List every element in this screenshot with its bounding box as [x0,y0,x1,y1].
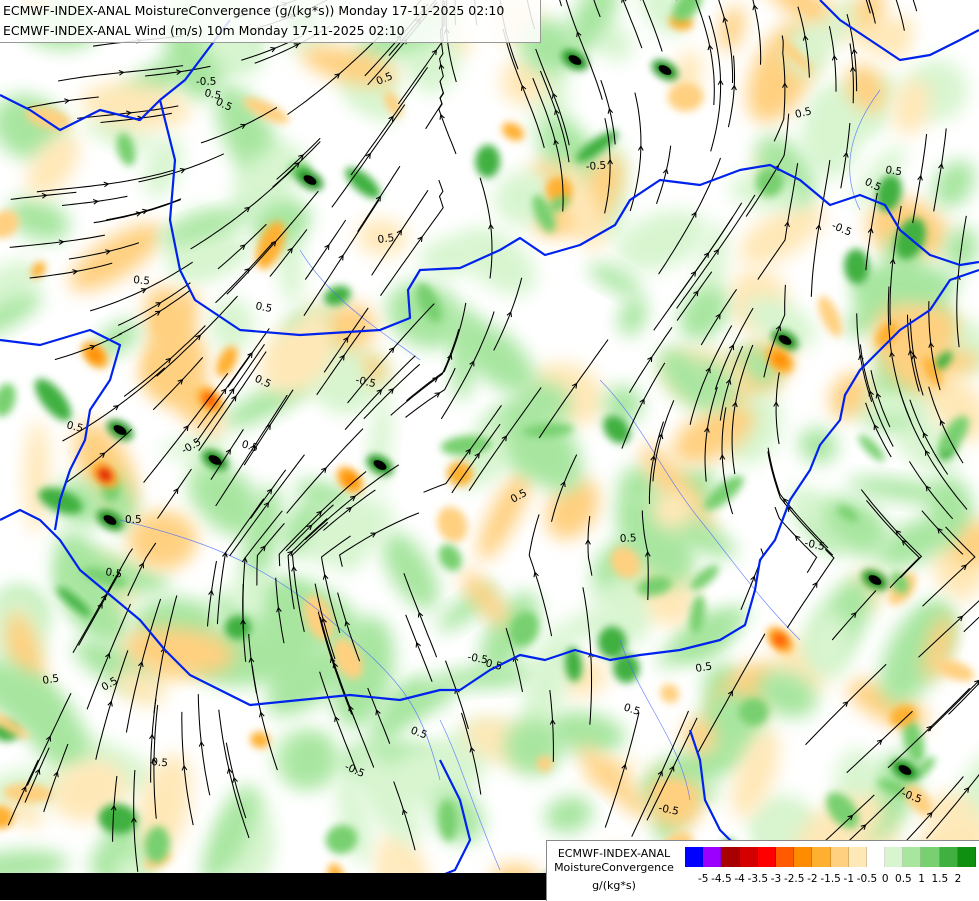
legend-tick: -3.5 [748,873,769,885]
legend-swatch [867,847,885,867]
color-legend: ECMWF-INDEX-ANAL MoistureConvergence g/(… [546,840,979,901]
legend-units: g/(kg*s) [547,879,681,892]
contour-label: -0.5 [585,160,606,173]
legend-tick: -2.5 [784,873,805,885]
legend-tick: 2 [955,873,962,885]
title-wind: ECMWF-INDEX-ANAL Wind (m/s) 10m Monday 1… [3,23,405,38]
legend-tick: -4.5 [711,873,732,885]
legend-tick: -1 [844,873,854,885]
legend-swatch [903,847,921,867]
legend-tick: -2 [807,873,817,885]
legend-swatch [921,847,939,867]
legend-swatch [721,847,739,867]
legend-tick: 1 [918,873,925,885]
legend-swatch [703,847,721,867]
legend-model: ECMWF-INDEX-ANAL [547,847,681,860]
legend-swatch [740,847,758,867]
legend-tick: -1.5 [820,873,841,885]
contour-label: 0.5 [125,514,142,526]
contour-label: 0.5 [151,756,169,769]
legend-swatch [776,847,794,867]
legend-tick: -5 [698,873,708,885]
legend-swatches [685,847,976,867]
legend-tick: 0.5 [895,873,912,885]
contour-label: -0.5 [196,76,217,88]
legend-swatch [831,847,849,867]
legend-tick: -3 [771,873,781,885]
legend-swatch [794,847,812,867]
weather-map[interactable]: 0.5-0.50.50.5-0.50.50.5-0.50.50.50.5-0.5… [0,0,979,900]
title-moisture-convergence: ECMWF-INDEX-ANAL MoistureConvergence (g/… [3,3,504,18]
legend-tick: -0.5 [857,873,878,885]
legend-tick: 1.5 [931,873,948,885]
legend-swatch [758,847,776,867]
legend-swatch [958,847,976,867]
map-title-box: ECMWF-INDEX-ANAL MoistureConvergence (g/… [0,0,541,43]
legend-swatch [812,847,830,867]
legend-swatch [849,847,867,867]
legend-tick-labels: -5-4.5-4 -3.5-3-2.5-2-1.5-1-0.5 0 0.5 1 1.5 2 [685,873,979,889]
contour-label: 0.5 [377,232,395,246]
legend-tick: 0 [882,873,889,885]
contour-label: 0.5 [133,274,151,287]
legend-swatch [885,847,903,867]
legend-tick: -4 [734,873,744,885]
legend-variable: MoistureConvergence [547,861,681,874]
contour-label: 0.5 [885,164,903,178]
legend-swatch [940,847,958,867]
legend-swatch [685,847,703,867]
contour-label: 0.5 [620,532,637,545]
